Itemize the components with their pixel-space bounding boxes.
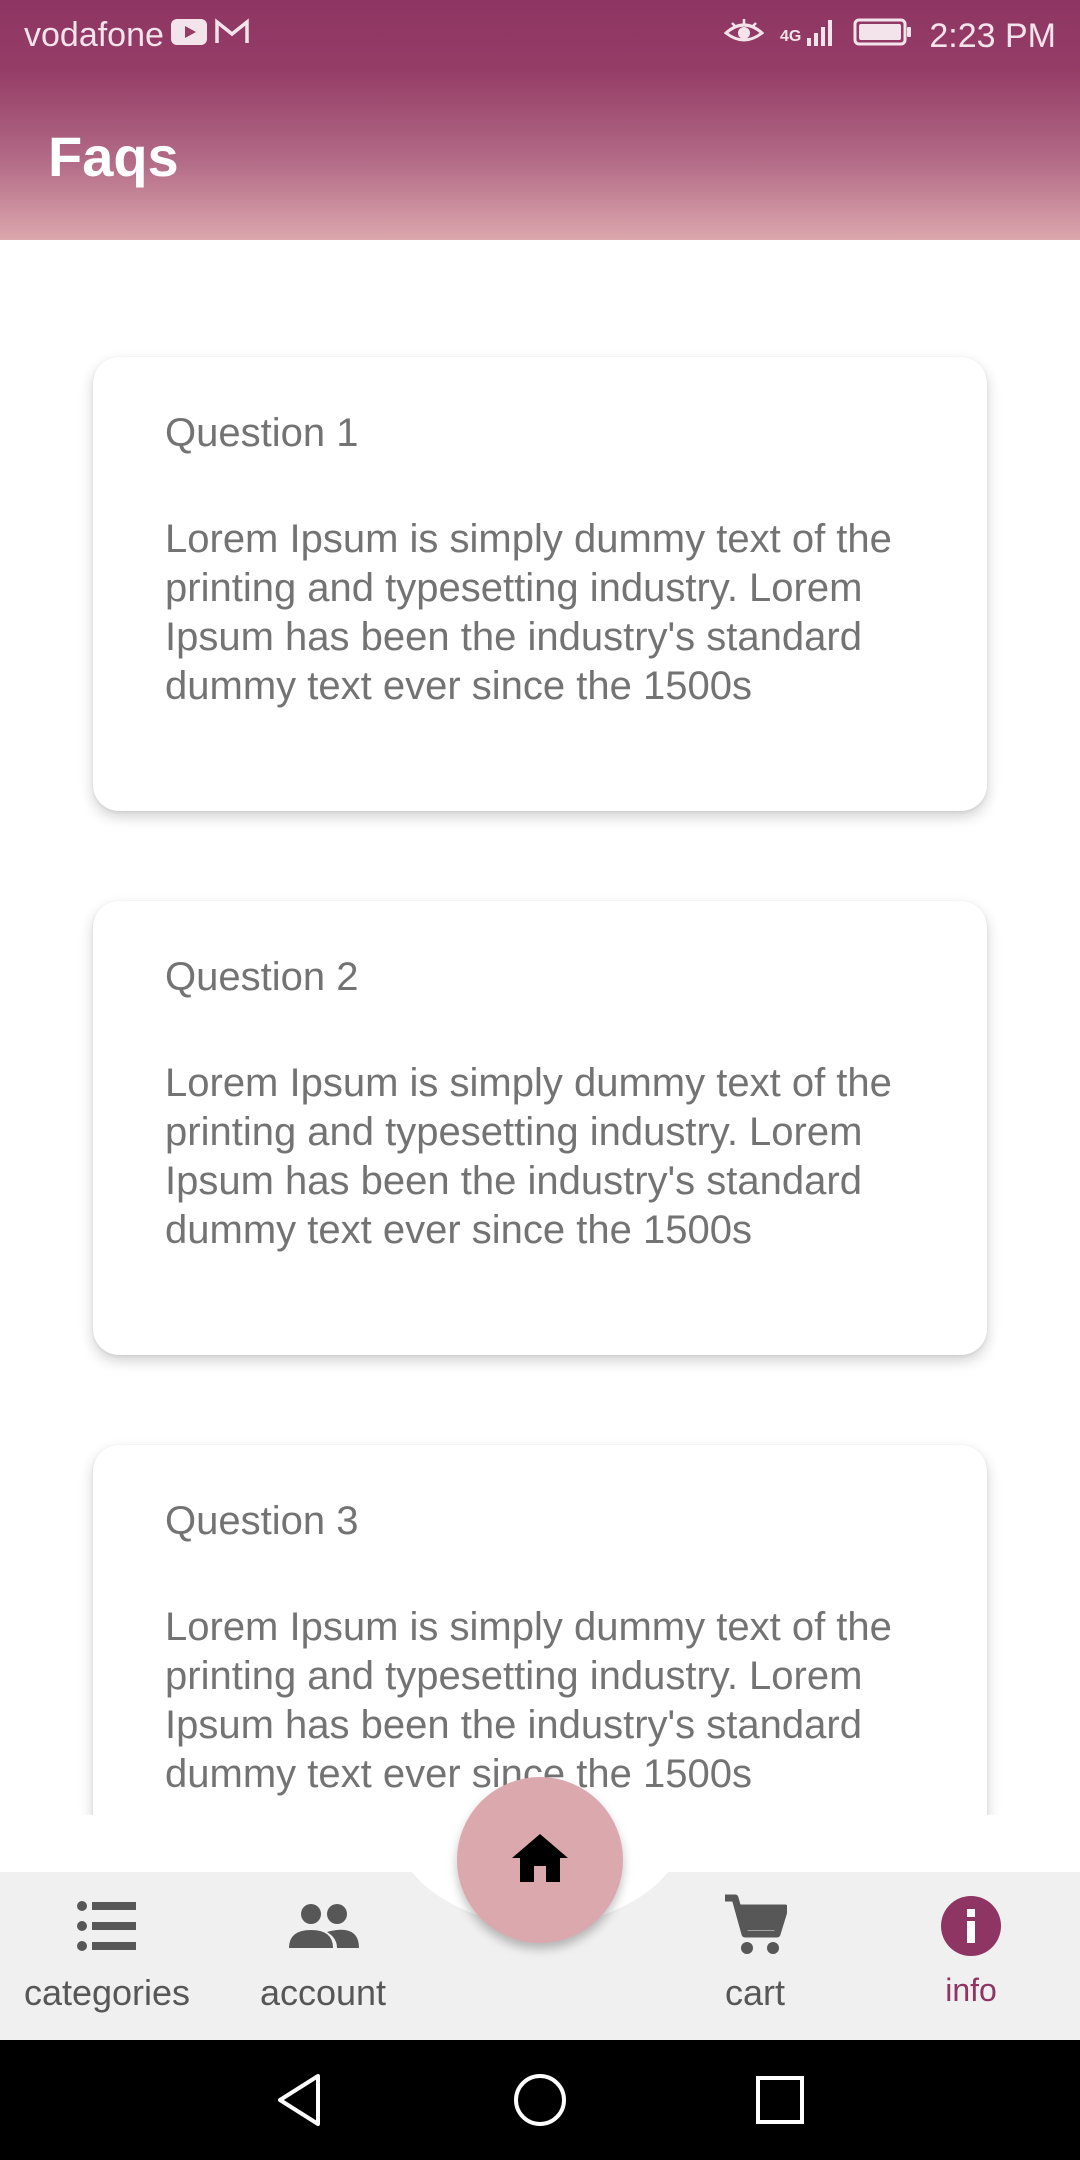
nav-label: categories xyxy=(23,1972,191,2013)
nav-item-cart[interactable]: cart xyxy=(655,1890,855,2030)
network-type-badge: 4G xyxy=(780,27,802,45)
page-title: Faqs xyxy=(48,125,179,188)
faq-question: Question 2 xyxy=(165,955,359,999)
nav-item-categories[interactable]: categories xyxy=(7,1890,207,2030)
system-navigation-bar xyxy=(0,2040,1080,2160)
nav-item-info[interactable]: info xyxy=(871,1890,1071,2030)
carrier-name: vodafone xyxy=(24,16,164,54)
list-icon xyxy=(71,1890,143,1962)
cart-icon xyxy=(719,1890,791,1962)
battery-icon xyxy=(853,17,913,56)
status-right: 4G 2:23 PM xyxy=(723,16,1056,57)
back-icon[interactable] xyxy=(270,2070,330,2130)
faq-question: Question 3 xyxy=(165,1499,359,1543)
eye-icon xyxy=(723,17,765,56)
gmail-icon xyxy=(214,16,250,55)
clock: 2:23 PM xyxy=(929,17,1056,55)
status-left: vodafone xyxy=(24,16,250,55)
faq-card[interactable]: Question 2 Lorem Ipsum is simply dummy t… xyxy=(93,901,987,1355)
youtube-icon xyxy=(170,16,208,55)
info-icon xyxy=(935,1890,1007,1962)
faq-question: Question 1 xyxy=(165,411,359,455)
faq-card[interactable]: Question 1 Lorem Ipsum is simply dummy t… xyxy=(93,357,987,811)
home-fab-button[interactable] xyxy=(457,1777,623,1943)
nav-item-account[interactable]: account xyxy=(223,1890,423,2030)
recents-icon[interactable] xyxy=(750,2070,810,2130)
faq-answer: Lorem Ipsum is simply dummy text of the … xyxy=(165,1605,892,1796)
nav-label: cart xyxy=(724,1972,785,2013)
home-circle-icon[interactable] xyxy=(510,2070,570,2130)
nav-label: info xyxy=(945,1972,997,2008)
app-header: vodafone 4G 2:23 PM Faqs xyxy=(0,0,1080,240)
faq-answer: Lorem Ipsum is simply dummy text of the … xyxy=(165,517,892,708)
home-icon xyxy=(510,1832,570,1889)
faq-card[interactable]: Question 3 Lorem Ipsum is simply dummy t… xyxy=(93,1445,987,1815)
signal-icon xyxy=(805,16,837,57)
faq-answer: Lorem Ipsum is simply dummy text of the … xyxy=(165,1061,892,1252)
nav-label: account xyxy=(259,1972,387,2013)
status-bar: vodafone 4G 2:23 PM xyxy=(0,0,1080,72)
faq-list[interactable]: Question 1 Lorem Ipsum is simply dummy t… xyxy=(0,240,1080,1815)
people-icon xyxy=(287,1890,359,1962)
